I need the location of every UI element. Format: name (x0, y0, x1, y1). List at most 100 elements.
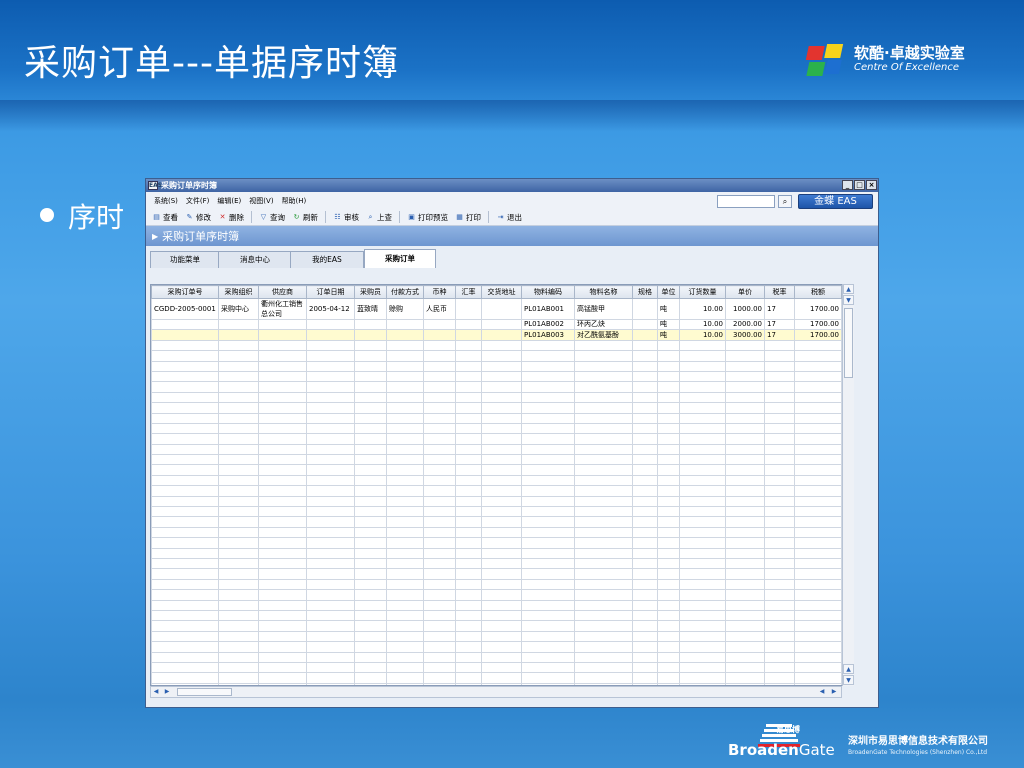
table-cell[interactable] (386, 391, 424, 404)
table-cell[interactable] (386, 578, 424, 591)
table-cell[interactable] (258, 329, 307, 341)
table-cell[interactable] (794, 443, 842, 456)
table-cell[interactable] (794, 464, 842, 476)
table-cell[interactable] (455, 651, 482, 663)
table-cell[interactable] (794, 381, 842, 393)
table-cell[interactable] (794, 422, 842, 435)
table-cell[interactable] (632, 412, 658, 424)
table-cell[interactable] (481, 506, 522, 518)
table-row[interactable] (151, 402, 842, 414)
table-cell[interactable] (657, 651, 680, 663)
table-cell[interactable] (218, 641, 259, 653)
table-cell[interactable] (632, 599, 658, 611)
table-cell[interactable] (455, 557, 482, 570)
table-cell[interactable] (455, 641, 482, 653)
column-header[interactable]: 付款方式 (386, 285, 424, 299)
table-cell[interactable] (481, 412, 522, 424)
table-row[interactable] (151, 339, 842, 352)
menu-file[interactable]: 文件(F) (186, 196, 210, 206)
table-cell[interactable] (455, 620, 482, 632)
table-row[interactable] (151, 589, 842, 601)
table-cell[interactable] (679, 578, 726, 591)
table-cell[interactable] (423, 339, 456, 352)
table-cell[interactable] (423, 516, 456, 528)
table-cell[interactable]: CGDD-2005-0001 (151, 298, 219, 320)
table-cell[interactable] (306, 443, 355, 456)
table-cell[interactable] (218, 391, 259, 404)
table-cell[interactable] (151, 537, 219, 549)
table-cell[interactable] (151, 630, 219, 643)
table-cell[interactable] (679, 672, 726, 684)
table-cell[interactable]: 1700.00 (794, 298, 842, 320)
table-cell[interactable] (632, 547, 658, 560)
table-row[interactable] (151, 391, 842, 404)
table-row[interactable] (151, 443, 842, 456)
table-cell[interactable] (354, 547, 387, 560)
table-cell[interactable] (521, 485, 575, 497)
table-cell[interactable] (657, 609, 680, 622)
table-cell[interactable] (258, 433, 307, 445)
table-cell[interactable] (657, 516, 680, 528)
table-cell[interactable] (386, 589, 424, 601)
table-cell[interactable] (794, 620, 842, 632)
table-cell[interactable] (574, 350, 633, 362)
vertical-scrollbar[interactable]: ▲ ▼ ▲ ▼ (842, 284, 854, 686)
table-cell[interactable] (679, 589, 726, 601)
table-cell[interactable] (258, 318, 307, 331)
table-cell[interactable] (151, 578, 219, 591)
table-cell[interactable] (679, 609, 726, 622)
table-cell[interactable] (386, 672, 424, 684)
table-cell[interactable] (481, 630, 522, 643)
table-cell[interactable] (679, 412, 726, 424)
table-cell[interactable] (455, 547, 482, 560)
table-cell[interactable] (657, 568, 680, 580)
table-cell[interactable] (455, 495, 482, 508)
table-cell[interactable]: PL01AB001 (521, 298, 575, 320)
table-cell[interactable] (151, 370, 219, 383)
table-cell[interactable] (386, 526, 424, 539)
table-cell[interactable] (521, 443, 575, 456)
table-cell[interactable] (481, 609, 522, 622)
table-cell[interactable] (764, 474, 795, 487)
table-cell[interactable] (151, 506, 219, 518)
refresh-button[interactable]: ↻ 刷新 (292, 212, 318, 223)
table-cell[interactable] (632, 391, 658, 404)
table-cell[interactable] (679, 391, 726, 404)
table-cell[interactable] (306, 609, 355, 622)
table-cell[interactable] (258, 568, 307, 580)
table-cell[interactable] (481, 370, 522, 383)
table-cell[interactable] (521, 557, 575, 570)
table-cell[interactable] (481, 620, 522, 632)
table-cell[interactable] (386, 516, 424, 528)
table-cell[interactable] (306, 381, 355, 393)
table-cell[interactable] (657, 599, 680, 611)
table-cell[interactable] (354, 526, 387, 539)
column-header[interactable]: 订单日期 (306, 285, 355, 299)
table-cell[interactable] (306, 537, 355, 549)
table-row[interactable] (151, 620, 842, 632)
table-cell[interactable] (306, 433, 355, 445)
table-cell[interactable] (386, 599, 424, 611)
table-cell[interactable] (218, 620, 259, 632)
table-cell[interactable] (794, 360, 842, 372)
table-cell[interactable] (151, 464, 219, 476)
table-cell[interactable] (725, 350, 765, 362)
table-cell[interactable]: 吨 (657, 329, 680, 341)
table-cell[interactable] (794, 339, 842, 352)
table-cell[interactable] (574, 568, 633, 580)
table-cell[interactable] (574, 360, 633, 372)
table-cell[interactable]: 环丙乙炔 (574, 318, 633, 331)
table-cell[interactable] (218, 609, 259, 622)
table-cell[interactable] (764, 381, 795, 393)
table-cell[interactable] (481, 526, 522, 539)
table-cell[interactable] (521, 495, 575, 508)
table-cell[interactable] (386, 360, 424, 372)
table-cell[interactable] (632, 454, 658, 466)
table-cell[interactable] (679, 599, 726, 611)
table-cell[interactable] (354, 641, 387, 653)
table-cell[interactable] (481, 422, 522, 435)
table-cell[interactable] (455, 661, 482, 674)
table-cell[interactable] (764, 495, 795, 508)
table-cell[interactable] (794, 391, 842, 404)
table-cell[interactable] (725, 402, 765, 414)
